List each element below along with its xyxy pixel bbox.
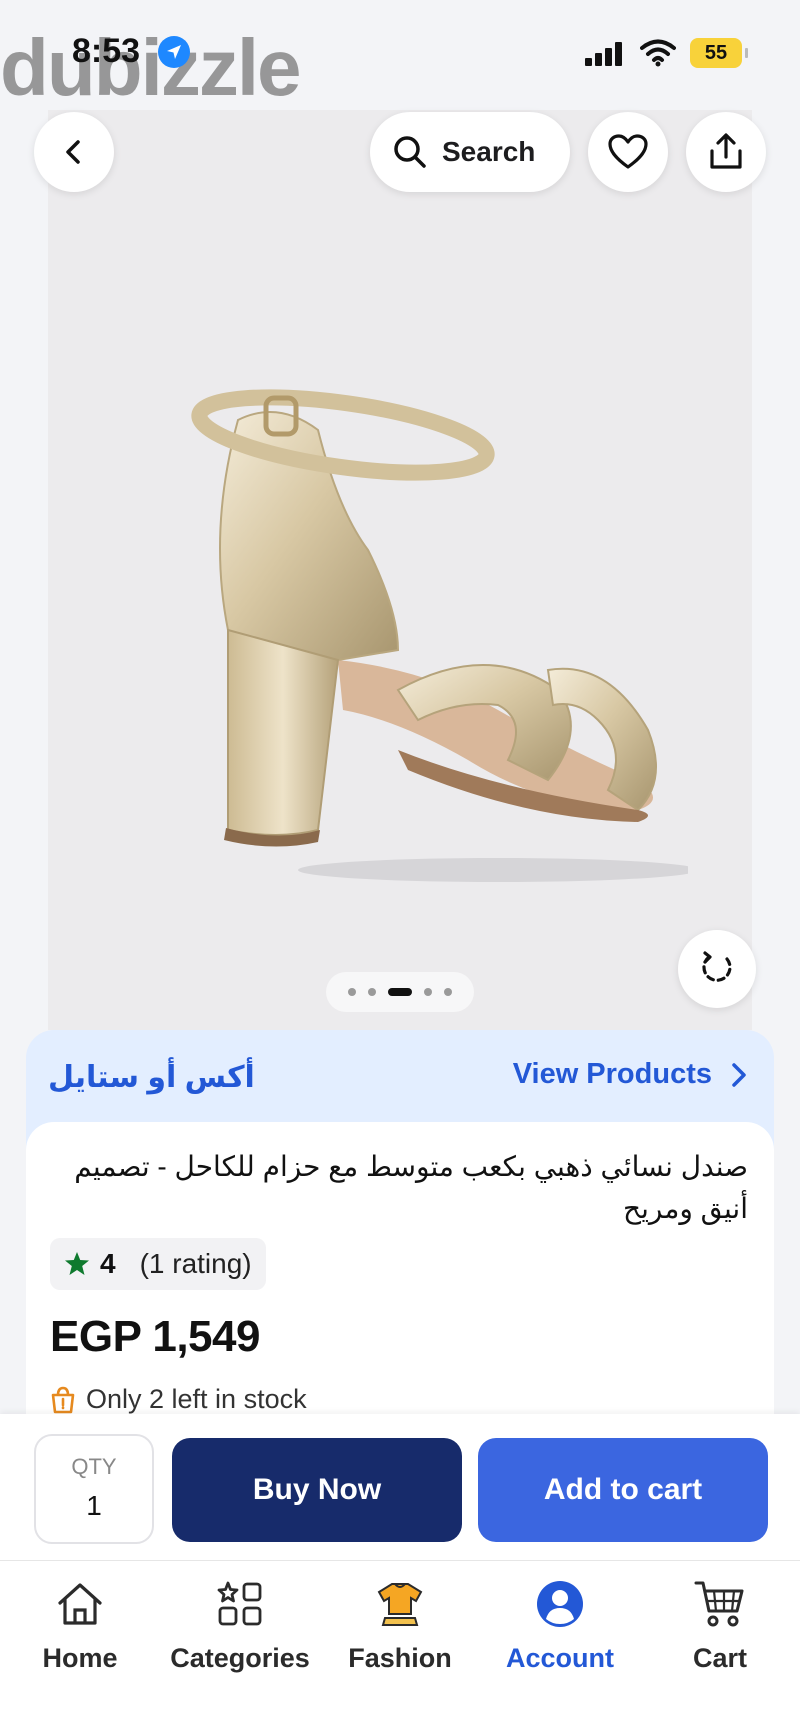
- nav-label-home: Home: [42, 1643, 118, 1673]
- chevron-left-icon: [66, 140, 80, 164]
- home-icon: [58, 1583, 102, 1625]
- cellular-signal-icon: [585, 42, 625, 66]
- product-image: [191, 389, 688, 882]
- quantity-value: 1: [86, 1490, 102, 1521]
- star-icon: [65, 1252, 89, 1275]
- add-to-cart-button[interactable]: Add to cart: [478, 1438, 768, 1542]
- back-button[interactable]: [34, 112, 114, 192]
- pagination-dot[interactable]: [424, 988, 432, 996]
- share-icon: [710, 133, 742, 169]
- rating-value: 4: [100, 1248, 116, 1279]
- status-bar: 8:53 55: [0, 0, 800, 110]
- chevron-right-icon: [732, 1062, 746, 1087]
- status-time: 8:53: [72, 32, 141, 70]
- nav-label-fashion: Fashion: [348, 1643, 452, 1673]
- search-label: Search: [442, 136, 536, 167]
- cart-icon: [694, 1581, 744, 1627]
- nav-item-home[interactable]: Home: [0, 1561, 160, 1681]
- shopping-bag-icon: [51, 1386, 75, 1413]
- account-icon: [537, 1581, 583, 1627]
- view-products-link[interactable]: View Products: [513, 1058, 748, 1091]
- product-price: EGP 1,549: [50, 1312, 260, 1361]
- search-button[interactable]: Search: [370, 112, 570, 192]
- battery-indicator: 55: [690, 38, 748, 68]
- stock-indicator: Only 2 left in stock: [50, 1384, 307, 1415]
- heart-icon: [608, 134, 648, 169]
- nav-label-categories: Categories: [170, 1643, 310, 1673]
- quantity-selector[interactable]: QTY 1: [34, 1434, 154, 1544]
- nav-label-cart: Cart: [692, 1643, 747, 1673]
- product-image-gallery[interactable]: [48, 110, 752, 1030]
- rating-chip[interactable]: 4 (1 rating): [50, 1238, 266, 1290]
- share-button[interactable]: [686, 112, 766, 192]
- view-products-label: View Products: [512, 1058, 712, 1090]
- nav-item-account[interactable]: Account: [480, 1561, 640, 1681]
- bottom-navigation: Home Categories Fashion Account Cart: [0, 1560, 800, 1731]
- pagination-dot[interactable]: [368, 988, 376, 996]
- image-pagination-dots[interactable]: [326, 972, 474, 1012]
- wifi-icon: [640, 38, 676, 73]
- nav-item-cart[interactable]: Cart: [640, 1561, 800, 1681]
- stock-label: Only 2 left in stock: [86, 1384, 307, 1414]
- quantity-label: QTY: [71, 1454, 117, 1479]
- location-arrow-icon: [158, 36, 190, 68]
- nav-label-account: Account: [506, 1643, 614, 1673]
- buy-now-button[interactable]: Buy Now: [172, 1438, 462, 1542]
- rotate-360-button[interactable]: [678, 930, 756, 1008]
- pagination-dot[interactable]: [348, 988, 356, 996]
- product-details-card: صندل نسائي ذهبي بكعب متوسط مع حزام للكاح…: [26, 1122, 774, 1422]
- pagination-dot-active[interactable]: [388, 988, 412, 996]
- fashion-icon: [377, 1583, 423, 1626]
- favorite-button[interactable]: [588, 112, 668, 192]
- rotate-icon: [702, 951, 732, 982]
- search-icon: [394, 136, 426, 168]
- nav-item-categories[interactable]: Categories: [160, 1561, 320, 1681]
- product-page: 8:53 55 dubizzle Search أكس أو ستايل Vie…: [0, 0, 800, 1731]
- pagination-dot[interactable]: [444, 988, 452, 996]
- product-title: صندل نسائي ذهبي بكعب متوسط مع حزام للكاح…: [74, 1151, 748, 1224]
- rating-count: (1 rating): [139, 1248, 252, 1279]
- nav-item-fashion[interactable]: Fashion: [320, 1561, 480, 1681]
- purchase-action-bar: QTY 1 Buy Now Add to cart: [0, 1414, 800, 1560]
- categories-icon: [217, 1581, 262, 1626]
- seller-name[interactable]: أكس أو ستايل: [48, 1060, 255, 1095]
